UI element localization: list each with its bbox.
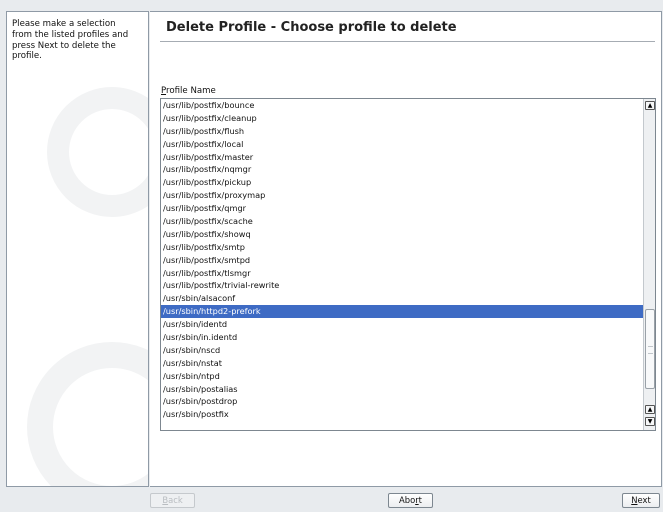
list-item[interactable]: /usr/sbin/in.identd: [161, 331, 644, 344]
next-label: ext: [637, 495, 651, 505]
main-content: Delete Profile - Choose profile to delet…: [150, 11, 662, 487]
list-item[interactable]: /usr/lib/postfix/scache: [161, 215, 644, 228]
list-item[interactable]: /usr/sbin/postalias: [161, 383, 644, 396]
profile-rows: /usr/lib/postfix/bounce/usr/lib/postfix/…: [161, 99, 644, 421]
list-item[interactable]: /usr/sbin/httpd2-prefork: [161, 305, 644, 319]
arrow-up-icon[interactable]: ▲: [645, 405, 655, 414]
list-item[interactable]: /usr/lib/postfix/cleanup: [161, 112, 644, 125]
list-item[interactable]: /usr/sbin/identd: [161, 318, 644, 331]
page-title: Delete Profile - Choose profile to delet…: [166, 20, 457, 35]
list-item[interactable]: /usr/sbin/ntpd: [161, 370, 644, 383]
list-item[interactable]: /usr/lib/postfix/qmgr: [161, 202, 644, 215]
grip-icon: [648, 346, 653, 354]
back-label: ack: [168, 495, 183, 505]
list-item[interactable]: /usr/lib/postfix/showq: [161, 228, 644, 241]
list-item[interactable]: /usr/lib/postfix/trivial-rewrite: [161, 279, 644, 292]
list-item[interactable]: /usr/lib/postfix/flush: [161, 125, 644, 138]
vertical-scrollbar[interactable]: ▲ ▲ ▼: [643, 99, 655, 430]
scroll-up-glyph: ▲: [647, 102, 653, 109]
abort-label-b: t: [418, 495, 422, 505]
help-text: Please make a selection from the listed …: [12, 19, 129, 62]
list-item[interactable]: /usr/lib/postfix/pickup: [161, 176, 644, 189]
list-item[interactable]: /usr/sbin/nstat: [161, 357, 644, 370]
abort-label-a: Abo: [399, 495, 416, 505]
list-item[interactable]: /usr/lib/postfix/tlsmgr: [161, 267, 644, 280]
title-divider: [160, 41, 655, 42]
list-item[interactable]: /usr/sbin/alsaconf: [161, 292, 644, 305]
list-item[interactable]: /usr/lib/postfix/master: [161, 151, 644, 164]
abort-button[interactable]: Abort: [388, 493, 433, 508]
list-item[interactable]: /usr/lib/postfix/bounce: [161, 99, 644, 112]
profile-list-label: Profile Name: [161, 86, 216, 96]
list-item[interactable]: /usr/sbin/postfix: [161, 408, 644, 421]
decorative-ring: [47, 87, 148, 217]
arrow-down-icon[interactable]: ▼: [645, 417, 655, 426]
arrow-up-icon[interactable]: ▲: [645, 101, 655, 110]
list-item[interactable]: /usr/sbin/nscd: [161, 344, 644, 357]
list-item[interactable]: /usr/lib/postfix/smtpd: [161, 254, 644, 267]
decorative-ring: [27, 342, 148, 486]
scroll-down-glyph: ▼: [647, 418, 653, 425]
profile-list[interactable]: /usr/lib/postfix/bounce/usr/lib/postfix/…: [160, 98, 656, 431]
scrollbar-thumb[interactable]: [645, 309, 655, 389]
back-button[interactable]: Back: [150, 493, 195, 508]
help-panel: Please make a selection from the listed …: [6, 11, 149, 487]
list-item[interactable]: /usr/lib/postfix/nqmgr: [161, 163, 644, 176]
scroll-up-glyph-lower: ▲: [647, 406, 653, 413]
list-item[interactable]: /usr/lib/postfix/local: [161, 138, 644, 151]
list-item[interactable]: /usr/sbin/postdrop: [161, 395, 644, 408]
next-button[interactable]: Next: [622, 493, 660, 508]
list-item[interactable]: /usr/lib/postfix/smtp: [161, 241, 644, 254]
list-item[interactable]: /usr/lib/postfix/proxymap: [161, 189, 644, 202]
label-text: rofile Name: [166, 86, 216, 96]
